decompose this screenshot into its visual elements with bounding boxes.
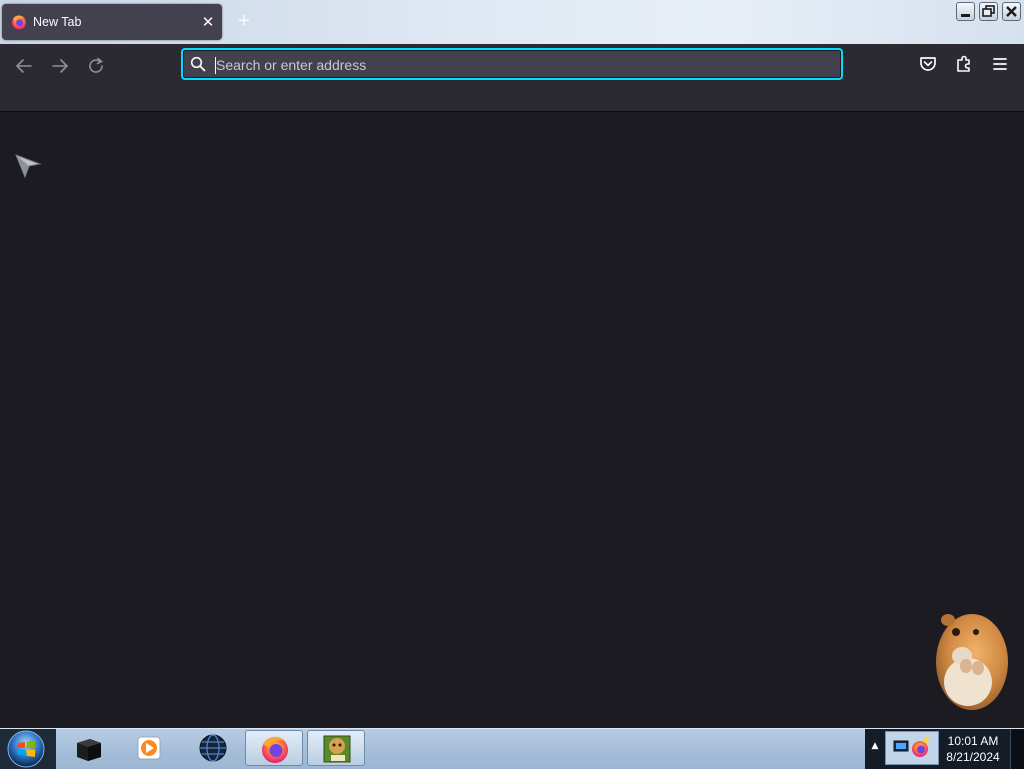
reload-icon[interactable] [84, 54, 108, 78]
mouse-pointer-icon [15, 154, 42, 179]
globe-app-icon [199, 734, 227, 762]
network-monitor-icon [893, 737, 929, 757]
game-box-icon [323, 735, 351, 763]
close-tab-icon[interactable]: ✕ [198, 12, 218, 32]
address-bar[interactable] [181, 48, 843, 80]
taskbar-item-game-box[interactable] [307, 730, 365, 766]
black-box-app-icon [77, 739, 101, 761]
taskbar-item-black-box-app[interactable] [60, 730, 118, 766]
minimize-icon [961, 14, 970, 17]
forward-arrow-icon[interactable] [48, 54, 72, 78]
hamster-desktop-pet[interactable] [926, 604, 1012, 714]
tab-title: New Tab [33, 15, 82, 29]
new-tab-page[interactable] [0, 112, 1024, 728]
tab-strip: New Tab ✕ + [0, 0, 1024, 44]
clock-date: 8/21/2024 [946, 750, 1000, 764]
tray-icons[interactable] [885, 731, 939, 765]
search-icon [190, 56, 206, 72]
windows-start-icon[interactable] [6, 730, 46, 768]
puzzle-piece-icon[interactable] [953, 53, 975, 75]
system-clock[interactable]: 10:01 AM 8/21/2024 [942, 733, 1004, 765]
new-tab-button[interactable]: + [233, 10, 255, 32]
hamburger-menu-icon[interactable] [989, 53, 1011, 75]
show-desktop-button[interactable] [1010, 729, 1024, 769]
media-player-icon [137, 736, 161, 760]
taskbar-item-globe-app[interactable] [184, 730, 242, 766]
show-hidden-icons-button[interactable]: ▲ [868, 741, 882, 755]
pocket-icon[interactable] [917, 53, 939, 75]
navigation-toolbar [0, 44, 1024, 112]
windows-taskbar: ▲ 10:01 AM 8/21/2024 [0, 728, 1024, 769]
taskbar-item-firefox[interactable] [245, 730, 303, 766]
firefox-icon [12, 15, 26, 30]
tab-new-tab[interactable]: New Tab ✕ [2, 4, 222, 40]
minimize-window-button[interactable] [956, 2, 975, 21]
clock-time: 10:01 AM [947, 734, 999, 748]
close-window-button[interactable] [1002, 2, 1021, 21]
back-arrow-icon[interactable] [12, 54, 36, 78]
close-icon [1006, 6, 1017, 17]
firefox-icon [262, 736, 288, 763]
restore-window-button[interactable] [979, 2, 998, 21]
restore-icon [982, 5, 995, 17]
taskbar-item-media-player[interactable] [120, 730, 178, 766]
address-input[interactable] [216, 54, 816, 76]
